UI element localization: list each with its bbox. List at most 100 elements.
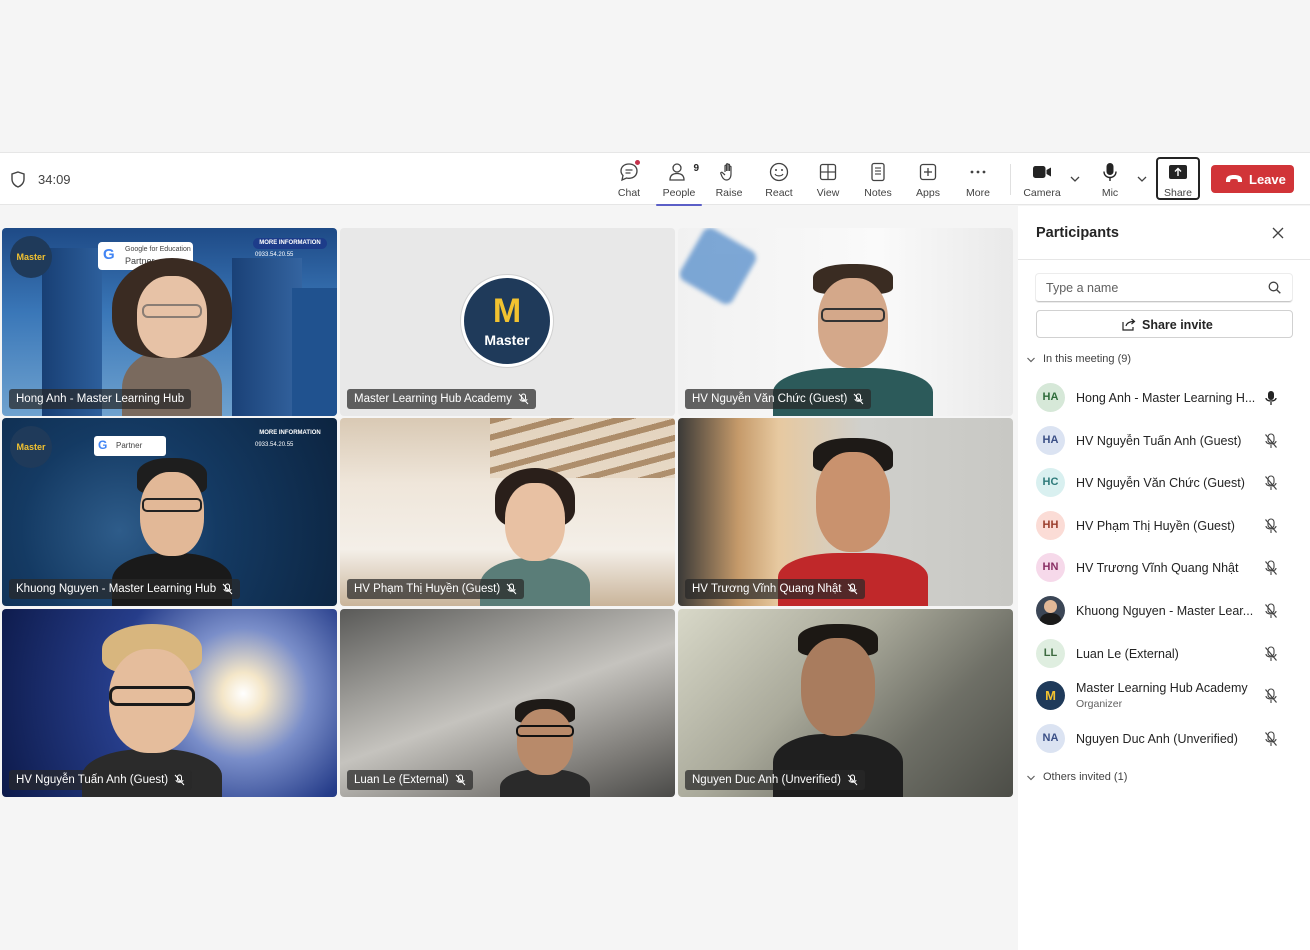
mic-muted-icon — [847, 774, 858, 786]
participant-search-input[interactable] — [1036, 274, 1292, 302]
mic-muted-icon — [848, 583, 858, 595]
glasses-icon — [109, 686, 195, 706]
partner-line2: Partner — [116, 441, 143, 450]
notes-button[interactable]: Notes — [854, 159, 902, 201]
mic-muted-icon — [222, 583, 233, 595]
participant-row[interactable]: HN HV Trương Vĩnh Quang Nhật — [1018, 547, 1310, 589]
mic-muted-icon — [518, 393, 529, 405]
contact-phone: 0933.54.20.55 — [255, 252, 294, 258]
camera-button[interactable]: Camera — [1018, 159, 1066, 201]
emoji-icon — [768, 161, 790, 183]
hand-icon — [718, 161, 740, 183]
participant-name: Nguyen Duc Anh (Unverified) — [692, 774, 841, 786]
participant-name-tag: HV Nguyễn Tuấn Anh (Guest) — [9, 770, 193, 790]
share-button[interactable]: Share — [1156, 157, 1200, 200]
participant-row[interactable]: M Master Learning Hub Academy Organizer — [1018, 675, 1310, 717]
participant-name: Nguyen Duc Anh (Unverified) — [1076, 731, 1238, 746]
share-invite-button[interactable]: Share invite — [1036, 310, 1293, 338]
video-tile[interactable]: HV Phạm Thị Huyền (Guest) — [340, 418, 675, 606]
glasses-icon — [516, 725, 574, 737]
mic-muted-icon[interactable] — [1264, 603, 1278, 619]
video-tile[interactable]: HV Nguyễn Văn Chức (Guest) — [678, 228, 1013, 416]
notes-label: Notes — [864, 187, 892, 199]
participant-name-tag: HV Phạm Thị Huyền (Guest) — [347, 579, 525, 599]
avatar: LL — [1036, 638, 1065, 668]
panel-divider — [1018, 259, 1310, 260]
participant-name: HV Nguyễn Tuấn Anh (Guest) — [16, 774, 169, 786]
logo-m-icon: M — [492, 292, 522, 330]
participant-name: Luan Le (External) — [1076, 646, 1179, 661]
mic-label: Mic — [1101, 187, 1119, 199]
avatar: HN — [1036, 553, 1065, 583]
share-arrow-icon — [1122, 318, 1136, 331]
mic-muted-icon[interactable] — [1264, 433, 1278, 449]
participant-name: Master Learning Hub Academy — [1076, 681, 1248, 696]
chat-icon — [618, 159, 641, 183]
apps-button[interactable]: Apps — [904, 159, 952, 201]
avatar: NA — [1036, 723, 1065, 753]
mic-muted-icon[interactable] — [1264, 731, 1278, 747]
participant-row[interactable]: LL Luan Le (External) — [1018, 633, 1310, 675]
video-tile[interactable]: Master G Google for Education Partner MO… — [2, 228, 337, 416]
participant-name: Khuong Nguyen - Master Lear... — [1076, 604, 1254, 618]
avatar — [1036, 596, 1065, 625]
meeting-toolbar: 34:09 Chat 9 People Raise React View Not… — [0, 152, 1310, 206]
notes-icon — [867, 161, 889, 183]
camera-options-chevron-icon[interactable] — [1068, 174, 1082, 184]
raise-hand-button[interactable]: Raise — [705, 159, 753, 201]
video-tile[interactable]: HV Trương Vĩnh Quang Nhật — [678, 418, 1013, 606]
view-button[interactable]: View — [804, 159, 852, 201]
glasses-icon — [142, 304, 202, 318]
video-tile[interactable]: M Master Master Learning Hub Academy — [340, 228, 675, 416]
avatar: M — [1036, 681, 1065, 711]
participant-row[interactable]: NA Nguyen Duc Anh (Unverified) — [1018, 718, 1310, 760]
mic-muted-icon[interactable] — [1264, 560, 1278, 576]
participant-video — [500, 699, 590, 797]
mic-muted-icon — [174, 774, 185, 786]
participant-row[interactable]: HC HV Nguyễn Văn Chức (Guest) — [1018, 462, 1310, 504]
video-tile[interactable]: Nguyen Duc Anh (Unverified) — [678, 609, 1013, 797]
chevron-down-icon — [1027, 775, 1035, 781]
mic-button[interactable]: Mic — [1086, 159, 1134, 201]
participant-row[interactable]: Khuong Nguyen - Master Lear... — [1018, 590, 1310, 632]
participant-name: Hong Anh - Master Learning Hub — [16, 393, 185, 405]
participant-name-tag: Luan Le (External) — [347, 770, 473, 790]
video-tile[interactable]: HV Nguyễn Tuấn Anh (Guest) — [2, 609, 337, 797]
participant-row[interactable]: HA HV Nguyễn Tuấn Anh (Guest) — [1018, 420, 1310, 462]
mic-muted-icon — [455, 774, 465, 786]
participant-name: HV Nguyễn Tuấn Anh (Guest) — [1076, 433, 1242, 448]
notification-dot — [634, 159, 641, 166]
mic-muted-icon[interactable] — [1264, 646, 1278, 662]
close-icon[interactable] — [1271, 226, 1285, 240]
chat-button[interactable]: Chat — [605, 159, 653, 201]
react-button[interactable]: React — [755, 159, 803, 201]
leave-label: Leave — [1249, 172, 1286, 187]
more-button[interactable]: More — [954, 159, 1002, 201]
glasses-icon — [821, 308, 885, 322]
toolbar-divider — [1010, 164, 1011, 195]
participant-name-tag: HV Trương Vĩnh Quang Nhật — [685, 579, 866, 599]
mic-muted-icon[interactable] — [1264, 475, 1278, 491]
avatar: HA — [1036, 383, 1065, 412]
microphone-icon — [1099, 161, 1121, 183]
video-tile[interactable]: Luan Le (External) — [340, 609, 675, 797]
apps-label: Apps — [916, 187, 940, 199]
microphone-icon[interactable] — [1264, 390, 1278, 406]
participant-name: HV Phạm Thị Huyền (Guest) — [1076, 518, 1235, 533]
participant-row[interactable]: HA Hong Anh - Master Learning H... — [1018, 377, 1310, 419]
others-invited-label: Others invited (1) — [1043, 771, 1128, 783]
share-label: Share — [1163, 187, 1193, 199]
avatar: HC — [1036, 468, 1065, 498]
leave-button[interactable]: Leave — [1211, 165, 1294, 193]
mic-options-chevron-icon[interactable] — [1135, 174, 1149, 184]
apps-plus-icon — [917, 161, 939, 183]
logo-text: Master — [484, 332, 530, 348]
participant-row[interactable]: HH HV Phạm Thị Huyền (Guest) — [1018, 505, 1310, 547]
mic-muted-icon[interactable] — [1264, 688, 1278, 704]
participant-name: HV Trương Vĩnh Quang Nhật — [692, 583, 842, 595]
people-button[interactable]: 9 People — [655, 159, 703, 206]
mic-muted-icon[interactable] — [1264, 518, 1278, 534]
participant-name: HV Nguyễn Văn Chức (Guest) — [1076, 476, 1245, 491]
participant-name: HV Trương Vĩnh Quang Nhật — [1076, 561, 1239, 576]
video-tile[interactable]: Master G Partner MORE INFORMATION 0933.5… — [2, 418, 337, 606]
